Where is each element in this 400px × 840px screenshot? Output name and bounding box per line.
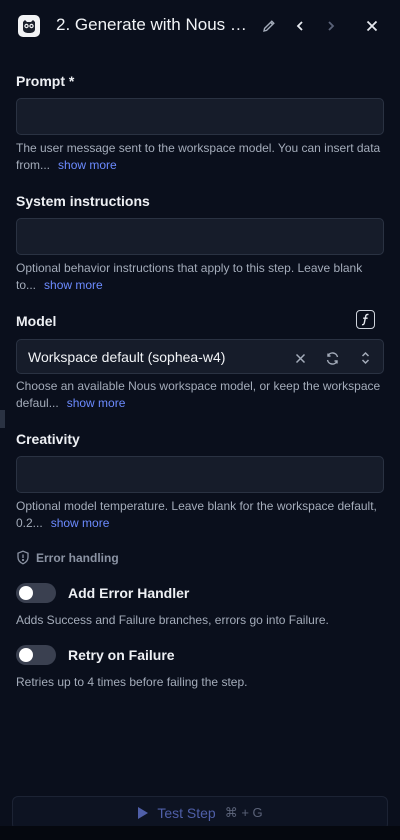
step-title: 2. Generate with Nous model bbox=[56, 15, 254, 34]
error-handling-title: Error handling bbox=[36, 550, 119, 565]
model-help: Choose an available Nous workspace model… bbox=[16, 378, 386, 411]
system-instructions-input[interactable] bbox=[16, 218, 384, 255]
creativity-input[interactable] bbox=[16, 456, 384, 493]
chevron-updown-icon[interactable] bbox=[356, 349, 374, 367]
system-show-more-link[interactable]: show more bbox=[44, 278, 103, 292]
bottom-bar bbox=[0, 826, 400, 840]
toggle-knob bbox=[19, 586, 33, 600]
add-error-handler-toggle[interactable] bbox=[16, 583, 56, 603]
model-selected-value: Workspace default (sophea-w4) bbox=[28, 349, 226, 365]
function-icon[interactable] bbox=[356, 310, 375, 329]
prompt-help: The user message sent to the workspace m… bbox=[16, 140, 386, 173]
refresh-icon[interactable] bbox=[323, 349, 341, 367]
add-error-handler-label: Add Error Handler bbox=[68, 585, 190, 601]
close-icon[interactable] bbox=[362, 16, 382, 36]
system-help: Optional behavior instructions that appl… bbox=[16, 260, 386, 293]
creativity-label: Creativity bbox=[16, 431, 80, 447]
resize-handle[interactable] bbox=[0, 410, 5, 428]
model-show-more-link[interactable]: show more bbox=[67, 396, 126, 410]
prompt-input[interactable] bbox=[16, 98, 384, 135]
toggle-knob bbox=[19, 648, 33, 662]
system-instructions-label: System instructions bbox=[16, 193, 150, 209]
add-error-handler-help: Adds Success and Failure branches, error… bbox=[16, 613, 329, 627]
clear-icon[interactable] bbox=[291, 349, 309, 367]
chevron-left-icon[interactable] bbox=[290, 16, 310, 36]
model-label: Model bbox=[16, 313, 57, 329]
creativity-show-more-link[interactable]: show more bbox=[51, 516, 110, 530]
test-step-button[interactable]: Test Step ⌘ + G bbox=[12, 796, 388, 830]
retry-on-failure-toggle[interactable] bbox=[16, 645, 56, 665]
play-icon bbox=[137, 806, 149, 820]
shield-icon bbox=[16, 550, 30, 565]
retry-on-failure-label: Retry on Failure bbox=[68, 647, 175, 663]
retry-on-failure-help: Retries up to 4 times before failing the… bbox=[16, 675, 248, 689]
prompt-label: Prompt * bbox=[16, 73, 75, 89]
panel-header: 2. Generate with Nous model bbox=[0, 0, 400, 52]
test-step-label: Test Step bbox=[157, 805, 216, 821]
chevron-right-icon[interactable] bbox=[321, 16, 341, 36]
model-select[interactable]: Workspace default (sophea-w4) bbox=[16, 339, 384, 374]
owl-logo-icon bbox=[18, 15, 40, 37]
test-step-shortcut: ⌘ + G bbox=[224, 805, 263, 820]
error-handling-heading: Error handling bbox=[16, 550, 119, 565]
prompt-show-more-link[interactable]: show more bbox=[58, 158, 117, 172]
pencil-icon[interactable] bbox=[259, 16, 279, 36]
creativity-help: Optional model temperature. Leave blank … bbox=[16, 498, 386, 531]
